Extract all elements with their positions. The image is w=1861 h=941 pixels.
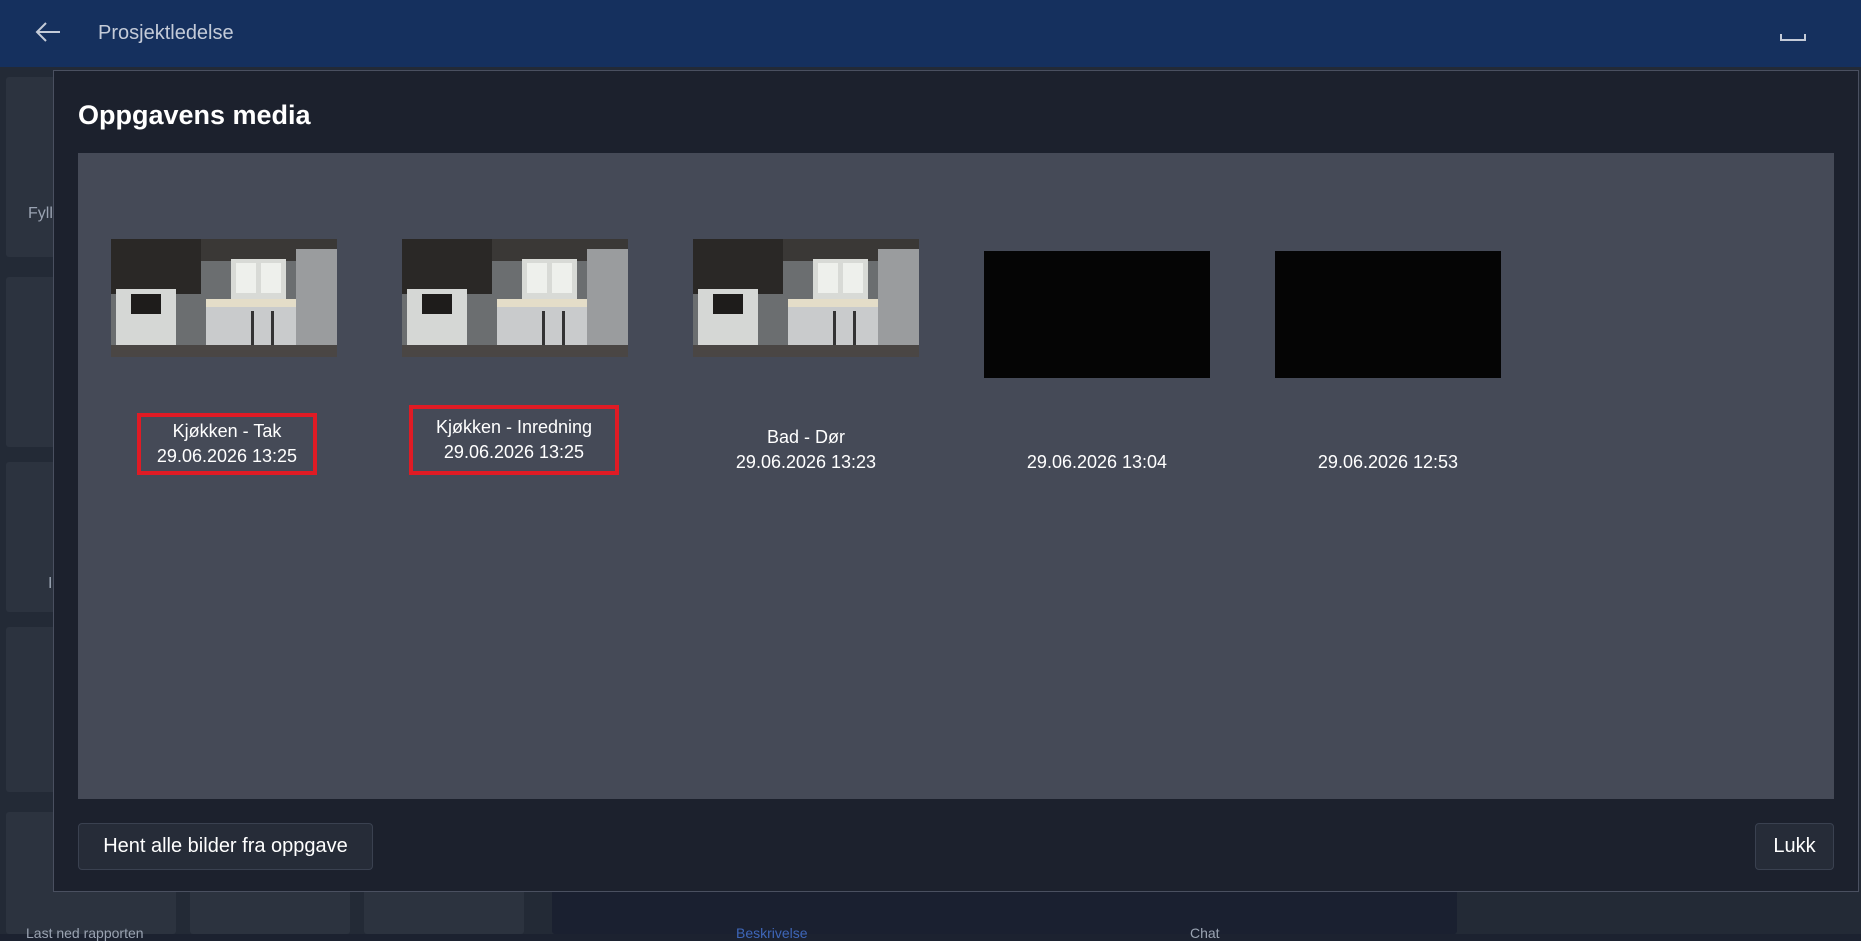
media-item[interactable]: 29.06.2026 12:53 [1275, 239, 1501, 499]
media-item[interactable]: Bad - Dør 29.06.2026 13:23 [693, 239, 919, 499]
fetch-all-images-button[interactable]: Hent alle bilder fra oppgave [78, 823, 373, 870]
media-date: 29.06.2026 13:23 [735, 452, 877, 472]
media-date: 29.06.2026 13:25 [443, 442, 585, 462]
media-name: Kjøkken - Inredning [435, 417, 593, 437]
arrow-left-icon [35, 22, 60, 42]
background-bottom-label: Last ned rapporten [26, 925, 144, 941]
app-title: Prosjektledelse [98, 22, 234, 44]
background-side-label: I [48, 575, 53, 592]
dialog-title: Oppgavens media [78, 100, 311, 130]
media-date: 29.06.2026 13:25 [156, 446, 298, 466]
media-gallery: Kjøkken - Tak 29.06.2026 13:25 Kjøkken -… [78, 153, 1834, 799]
media-name: Kjøkken - Tak [172, 421, 282, 441]
media-name: Bad - Dør [766, 427, 845, 447]
media-caption: 29.06.2026 12:53 [1275, 419, 1501, 481]
media-thumbnail-black[interactable] [1275, 251, 1501, 378]
background-tab-label: Chat [1190, 925, 1220, 941]
kitchen-photo-icon [693, 239, 919, 357]
close-button[interactable]: Lukk [1755, 823, 1834, 870]
media-name [1275, 425, 1501, 450]
app-header: Prosjektledelse [0, 0, 1861, 67]
media-thumbnail[interactable] [402, 239, 628, 357]
media-thumbnail-black[interactable] [984, 251, 1210, 378]
media-caption: Bad - Dør 29.06.2026 13:23 [693, 419, 919, 481]
background-tab-label: Beskrivelse [736, 925, 808, 941]
background-side-label: Fyll [28, 205, 53, 222]
media-date: 29.06.2026 13:04 [1026, 452, 1168, 472]
media-thumbnail[interactable] [693, 239, 919, 357]
media-dialog: Oppgavens media Kjøkken - Tak 29.06.2026… [53, 70, 1859, 892]
media-caption: Kjøkken - Inredning 29.06.2026 13:25 [409, 405, 619, 475]
kitchen-photo-icon [402, 239, 628, 357]
media-name [984, 425, 1210, 450]
media-item[interactable]: Kjøkken - Tak 29.06.2026 13:25 [111, 239, 337, 499]
media-caption: Kjøkken - Tak 29.06.2026 13:25 [137, 413, 317, 475]
media-item[interactable]: Kjøkken - Inredning 29.06.2026 13:25 [402, 239, 628, 499]
media-caption: 29.06.2026 13:04 [984, 419, 1210, 481]
media-item[interactable]: 29.06.2026 13:04 [984, 239, 1210, 499]
kitchen-photo-icon [111, 239, 337, 357]
back-button[interactable] [30, 14, 66, 50]
media-date: 29.06.2026 12:53 [1317, 452, 1459, 472]
minimize-icon[interactable] [1778, 26, 1808, 46]
media-thumbnail[interactable] [111, 239, 337, 357]
